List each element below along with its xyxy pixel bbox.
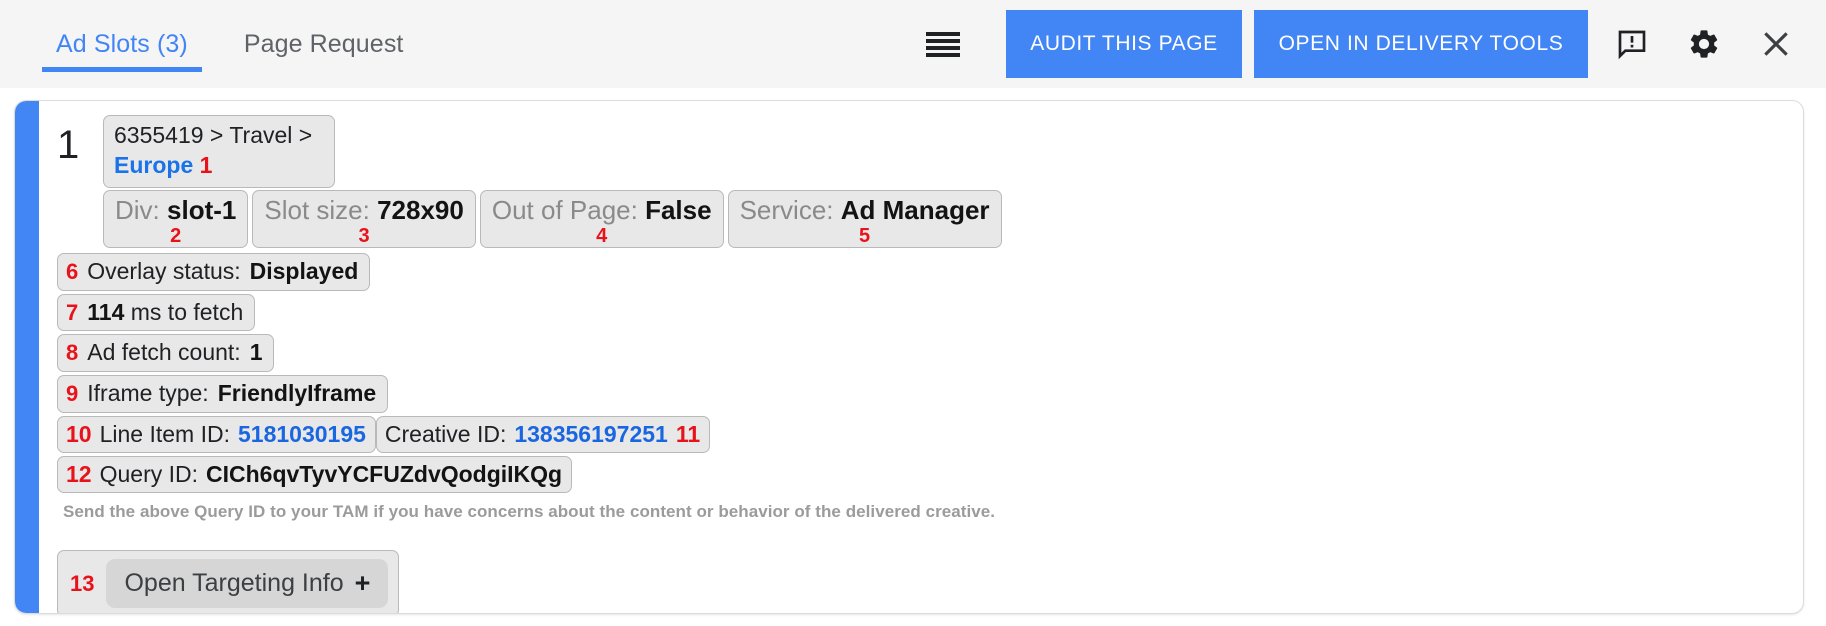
meta-value-slot-size: 728x90 xyxy=(377,195,464,225)
meta-value-div: slot-1 xyxy=(167,195,236,225)
query-id-marker: 12 xyxy=(66,460,92,488)
meta-label-div: Div: xyxy=(115,195,160,225)
meta-marker-div: 2 xyxy=(104,226,247,246)
stat-marker-fetch-time: 7 xyxy=(66,300,78,327)
stat-marker-iframe-type: 9 xyxy=(66,381,78,408)
plus-icon: + xyxy=(355,568,371,599)
stat-fetch-count-value: 1 xyxy=(250,338,263,366)
slot-index: 1 xyxy=(57,115,103,165)
targeting-info-annotation: 13 Open Targeting Info + xyxy=(57,550,399,614)
line-item-value[interactable]: 5181030195 xyxy=(238,420,366,448)
breadcrumb-marker: 1 xyxy=(200,152,213,178)
stat-overlay-value: Displayed xyxy=(250,257,359,285)
meta-chip-slot-size: Slot size: 728x90 3 xyxy=(252,190,476,248)
feedback-icon[interactable] xyxy=(1604,16,1660,72)
line-item-marker: 10 xyxy=(66,420,92,448)
meta-chip-service: Service: Ad Manager 5 xyxy=(728,190,1002,248)
open-targeting-info-button[interactable]: Open Targeting Info + xyxy=(106,559,388,608)
tab-page-request-label: Page Request xyxy=(244,30,404,59)
stat-fetch-time-value: 114 xyxy=(87,299,124,325)
query-id-chip: 12 Query ID: CICh6qvTyvYCFUZdvQodgiIKQg xyxy=(57,456,572,493)
tab-ad-slots[interactable]: Ad Slots (3) xyxy=(42,0,202,88)
query-id-hint: Send the above Query ID to your TAM if y… xyxy=(63,502,1803,522)
meta-marker-slot-size: 3 xyxy=(253,226,475,246)
stat-overlay-status: 6 Overlay status: Displayed xyxy=(57,253,370,291)
toolbar-actions: AUDIT THIS PAGE OPEN IN DELIVERY TOOLS xyxy=(918,0,1826,88)
meta-chip-div: Div: slot-1 2 xyxy=(103,190,248,248)
slot-header-column: 6355419 > Travel > Europe 1 Div: slot-1 … xyxy=(103,115,1006,248)
stat-overlay-label: Overlay status: xyxy=(87,257,240,285)
query-id-label: Query ID: xyxy=(100,460,198,488)
tab-page-request[interactable]: Page Request xyxy=(230,0,418,88)
stat-fetch-count-label: Ad fetch count: xyxy=(87,338,240,366)
delivery-button-label: OPEN IN DELIVERY TOOLS xyxy=(1279,31,1564,57)
meta-label-out-of-page: Out of Page: xyxy=(492,195,638,225)
tab-ad-slots-label: Ad Slots (3) xyxy=(56,30,188,59)
hamburger-line xyxy=(926,46,960,50)
hamburger-line xyxy=(926,32,960,36)
meta-marker-service: 5 xyxy=(729,226,1001,246)
stat-fetch-time: 7 114 ms to fetch xyxy=(57,294,255,332)
meta-label-slot-size: Slot size: xyxy=(264,195,370,225)
close-icon[interactable] xyxy=(1748,16,1804,72)
ad-slot-card: 1 6355419 > Travel > Europe 1 Div: slot-… xyxy=(14,100,1804,614)
stat-fetch-time-suffix: ms to fetch xyxy=(124,299,243,325)
creative-id-value[interactable]: 138356197251 xyxy=(514,420,668,448)
creative-id-label: Creative ID: xyxy=(385,420,506,448)
top-toolbar: Ad Slots (3) Page Request AUDIT THIS PAG… xyxy=(0,0,1826,88)
targeting-button-label: Open Targeting Info xyxy=(124,569,343,598)
stat-marker-fetch-count: 8 xyxy=(66,340,78,367)
line-item-id-chip: 10 Line Item ID: 5181030195 xyxy=(57,416,376,453)
meta-value-out-of-page: False xyxy=(645,195,712,225)
audit-this-page-button[interactable]: AUDIT THIS PAGE xyxy=(1006,10,1242,78)
stat-marker-overlay: 6 xyxy=(66,259,78,286)
ad-slot-details: 1 6355419 > Travel > Europe 1 Div: slot-… xyxy=(15,101,1803,614)
hamburger-icon[interactable] xyxy=(926,27,960,61)
targeting-marker: 13 xyxy=(70,571,94,597)
query-id-value[interactable]: CICh6qvTyvYCFUZdvQodgiIKQg xyxy=(206,460,562,488)
creative-id-chip: Creative ID: 138356197251 11 xyxy=(376,416,710,453)
creative-id-marker: 11 xyxy=(676,420,700,448)
meta-marker-out-of-page: 4 xyxy=(481,226,723,246)
stat-iframe-type-label: Iframe type: xyxy=(87,379,208,407)
slot-stat-list: 6 Overlay status: Displayed 7 114 ms to … xyxy=(57,253,1803,493)
ad-slot-card-container: 1 6355419 > Travel > Europe 1 Div: slot-… xyxy=(0,88,1826,614)
meta-chip-out-of-page: Out of Page: False 4 xyxy=(480,190,724,248)
stat-iframe-type-value: FriendlyIframe xyxy=(218,379,377,407)
hamburger-line xyxy=(926,39,960,43)
breadcrumb: 6355419 > Travel > Europe 1 xyxy=(103,115,335,188)
breadcrumb-prefix: 6355419 > Travel > xyxy=(114,122,312,148)
stat-fetch-count: 8 Ad fetch count: 1 xyxy=(57,334,274,372)
slot-header: 1 6355419 > Travel > Europe 1 Div: slot-… xyxy=(57,115,1803,248)
open-in-delivery-tools-button[interactable]: OPEN IN DELIVERY TOOLS xyxy=(1254,10,1588,78)
tab-bar: Ad Slots (3) Page Request xyxy=(0,0,417,88)
audit-button-label: AUDIT THIS PAGE xyxy=(1030,31,1218,57)
ids-row: 10 Line Item ID: 5181030195 Creative ID:… xyxy=(57,416,1803,453)
meta-value-service: Ad Manager xyxy=(841,195,990,225)
meta-label-service: Service: xyxy=(740,195,834,225)
tab-spacer xyxy=(202,0,230,88)
line-item-label: Line Item ID: xyxy=(100,420,230,448)
slot-meta-row: Div: slot-1 2 Slot size: 728x90 3 Out of… xyxy=(103,190,1006,248)
stat-iframe-type: 9 Iframe type: FriendlyIframe xyxy=(57,375,388,413)
breadcrumb-ad-unit-link[interactable]: Europe xyxy=(114,152,193,178)
hamburger-line xyxy=(926,53,960,57)
gear-icon[interactable] xyxy=(1676,16,1732,72)
